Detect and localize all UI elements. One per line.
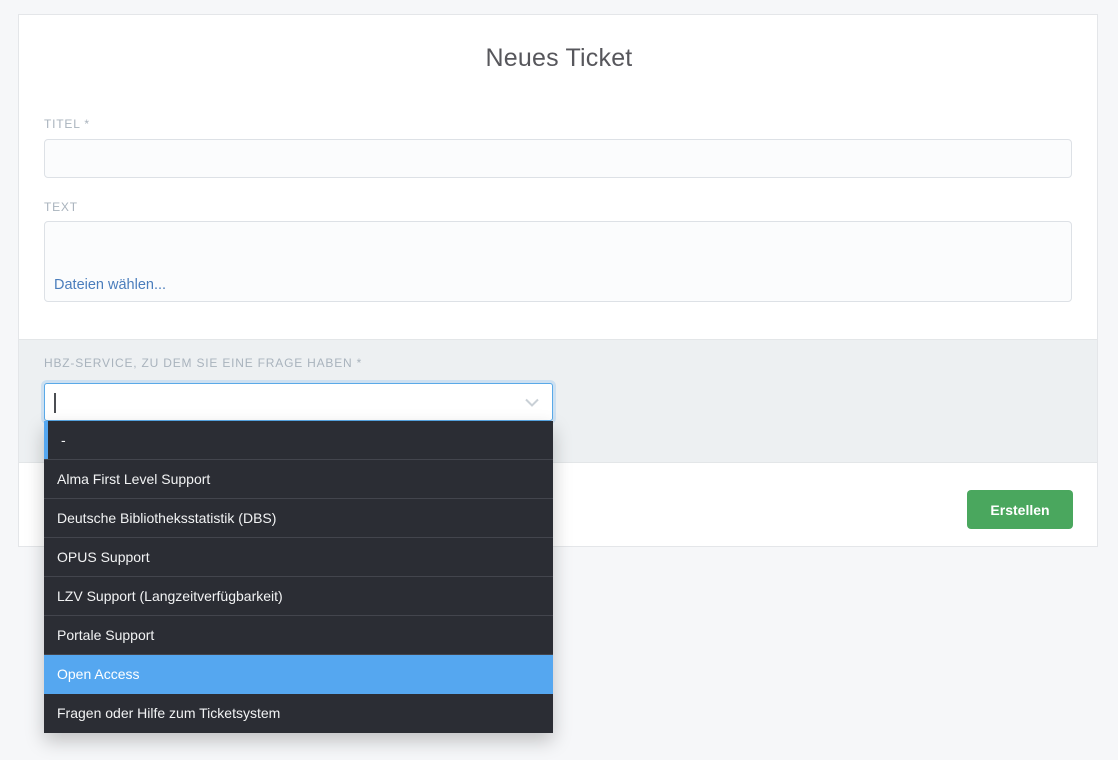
chevron-down-icon bbox=[525, 398, 539, 407]
choose-files-link[interactable]: Dateien wählen... bbox=[54, 277, 166, 293]
dropdown-option[interactable]: Open Access bbox=[44, 655, 553, 694]
service-dropdown-menu: - Alma First Level Support Deutsche Bibl… bbox=[44, 421, 553, 733]
text-cursor bbox=[54, 393, 56, 413]
page-title: Neues Ticket bbox=[0, 44, 1118, 73]
current-selection-bar bbox=[44, 421, 48, 459]
service-field-label: HBZ-SERVICE, ZU DEM SIE EINE FRAGE HABEN… bbox=[44, 356, 362, 370]
dropdown-option[interactable]: LZV Support (Langzeitverfügbarkeit) bbox=[44, 577, 553, 616]
dropdown-option[interactable]: OPUS Support bbox=[44, 538, 553, 577]
dropdown-option[interactable]: Fragen oder Hilfe zum Ticketsystem bbox=[44, 694, 553, 733]
new-ticket-page: Neues Ticket TITEL * TEXT Dateien wählen… bbox=[0, 0, 1118, 760]
dropdown-option[interactable]: Alma First Level Support bbox=[44, 460, 553, 499]
text-editor[interactable]: Dateien wählen... bbox=[44, 221, 1072, 302]
title-input[interactable] bbox=[44, 139, 1072, 178]
service-select[interactable] bbox=[44, 383, 553, 421]
dropdown-option[interactable]: Deutsche Bibliotheksstatistik (DBS) bbox=[44, 499, 553, 538]
title-field-label: TITEL * bbox=[44, 117, 90, 131]
create-button[interactable]: Erstellen bbox=[967, 490, 1073, 529]
text-field-label: TEXT bbox=[44, 200, 78, 214]
dropdown-option[interactable]: - bbox=[44, 421, 553, 460]
dropdown-option[interactable]: Portale Support bbox=[44, 616, 553, 655]
